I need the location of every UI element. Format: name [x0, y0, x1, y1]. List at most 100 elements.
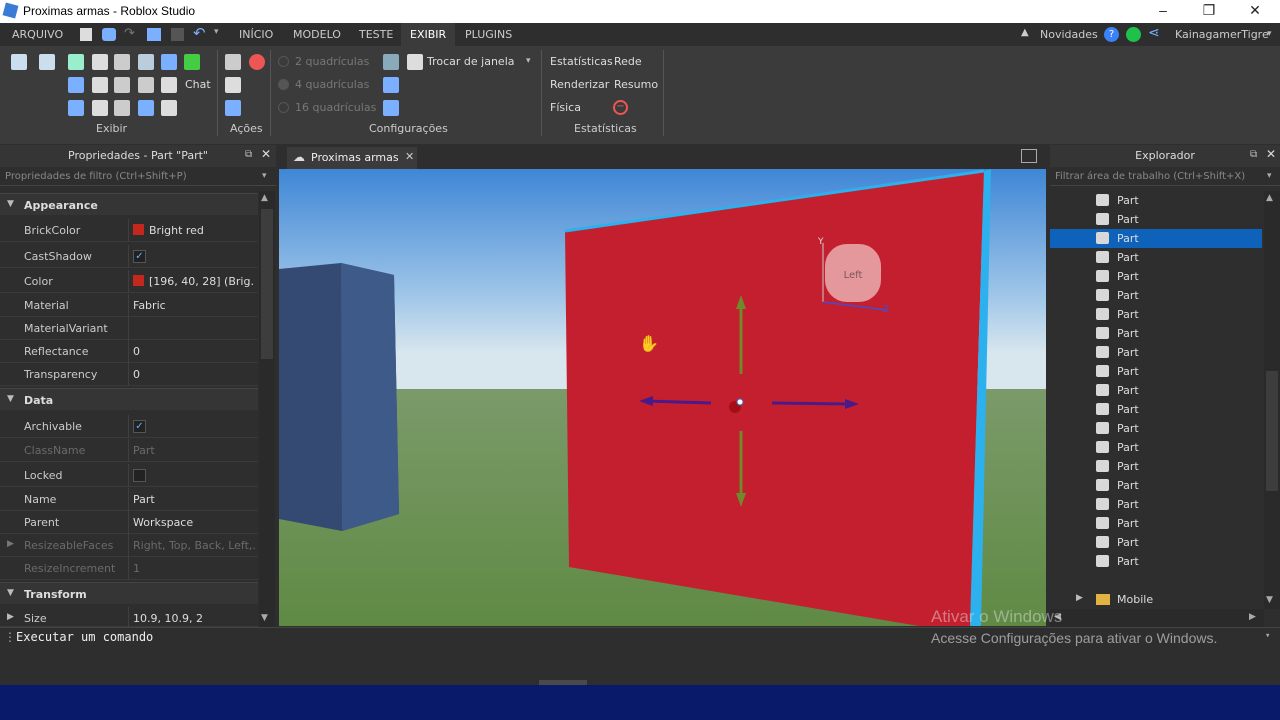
properties-toggle-icon[interactable]: [39, 54, 55, 70]
explorer-item-part[interactable]: Part: [1050, 476, 1262, 495]
scroll-right-icon[interactable]: ▶: [1249, 612, 1256, 622]
scroll-up-icon[interactable]: ▲: [261, 193, 268, 203]
script-analysis-icon[interactable]: [114, 54, 130, 70]
filter-dropdown-icon[interactable]: ▾: [262, 171, 267, 181]
close-tab-icon[interactable]: ✕: [405, 150, 414, 163]
status-icon[interactable]: [1126, 27, 1141, 42]
video-icon[interactable]: [225, 100, 241, 116]
explorer-item-part[interactable]: Part: [1050, 495, 1262, 514]
menu-teste[interactable]: TESTE: [359, 28, 393, 41]
explorer-filter-input[interactable]: Filtrar área de trabalho (Ctrl+Shift+X): [1050, 168, 1280, 186]
locked-checkbox[interactable]: [133, 469, 146, 482]
archivable-checkbox[interactable]: ✓: [133, 420, 146, 433]
rede-button[interactable]: Rede: [614, 55, 642, 68]
scroll-thumb[interactable]: [261, 209, 273, 359]
quad16-option[interactable]: 16 quadrículas: [295, 101, 376, 114]
command-bar-icon[interactable]: [138, 54, 154, 70]
explorer-item-part[interactable]: Part: [1050, 362, 1262, 381]
undock-icon[interactable]: ⧉: [245, 149, 252, 160]
prop-parent[interactable]: Parent Workspace: [0, 511, 258, 534]
screenshot-icon[interactable]: [225, 54, 241, 70]
command-input[interactable]: Executar um comando: [16, 630, 153, 644]
prop-material[interactable]: Material Fabric: [0, 294, 258, 317]
script-performance-icon[interactable]: [184, 54, 200, 70]
grid-16-icon[interactable]: [383, 100, 399, 116]
properties-filter-input[interactable]: Propriedades de filtro (Ctrl+Shift+P): [0, 168, 276, 186]
breakpoints-icon[interactable]: [161, 100, 177, 116]
explorer-item-part[interactable]: Part: [1050, 267, 1262, 286]
menu-plugins[interactable]: PLUGINS: [465, 28, 512, 41]
game-explorer-icon[interactable]: [68, 100, 84, 116]
explorer-item-part[interactable]: Part: [1050, 457, 1262, 476]
filter-dropdown-icon[interactable]: ▾: [1267, 171, 1272, 181]
explorer-toggle-icon[interactable]: [11, 54, 27, 70]
close-properties-icon[interactable]: ✕: [261, 147, 271, 161]
help-icon[interactable]: ?: [1104, 27, 1119, 42]
quad16-radio-icon[interactable]: [278, 102, 289, 113]
clear-stats-icon[interactable]: −: [613, 100, 628, 115]
team-create-icon[interactable]: [161, 54, 177, 70]
prop-resizeincrement[interactable]: ResizeIncrement 1: [0, 557, 258, 580]
trocar-dropdown-icon[interactable]: ▾: [526, 56, 531, 66]
quad4-option[interactable]: 4 quadrículas: [295, 78, 369, 91]
full-screen-icon[interactable]: [225, 77, 241, 93]
switch-window-icon[interactable]: [407, 54, 423, 70]
user-dropdown-icon[interactable]: ▾: [1267, 29, 1272, 39]
explorer-item-part[interactable]: Part: [1050, 305, 1262, 324]
explorer-item-part[interactable]: Part: [1050, 514, 1262, 533]
new-file-icon[interactable]: [80, 28, 92, 41]
explorer-item-part[interactable]: Part: [1050, 286, 1262, 305]
explorer-item-part[interactable]: Part: [1050, 533, 1262, 552]
properties-scrollbar[interactable]: ▲ ▼: [259, 191, 275, 627]
move-handle-right[interactable]: [771, 401, 850, 406]
context-help-icon[interactable]: [138, 77, 154, 93]
red-wall-part[interactable]: [565, 171, 984, 626]
output-icon[interactable]: [92, 54, 108, 70]
scroll-down-icon[interactable]: ▼: [1266, 595, 1273, 605]
redo-icon[interactable]: ↷: [124, 26, 135, 41]
undo-icon[interactable]: ↶: [193, 24, 206, 42]
quad4-radio-icon[interactable]: [278, 79, 289, 90]
viewport-scene[interactable]: Left Y Z ✋: [279, 169, 1046, 626]
collapse-ribbon-icon[interactable]: ▲: [1021, 27, 1029, 38]
collapse-arrow-icon[interactable]: ▼: [7, 394, 14, 404]
tab-proximas-armas[interactable]: ☁ Proximas armas ✕: [287, 147, 417, 169]
explorer-folder-mobile[interactable]: ▶ Mobile: [1050, 590, 1262, 609]
resumo-button[interactable]: Resumo: [614, 78, 658, 91]
close-explorer-icon[interactable]: ✕: [1266, 147, 1276, 161]
menu-inicio[interactable]: INÍCIO: [239, 28, 273, 41]
watch-icon[interactable]: [114, 100, 130, 116]
explorer-item-part[interactable]: Part: [1050, 191, 1262, 210]
3d-viewport[interactable]: Left Y Z ✋: [279, 169, 1046, 626]
section-appearance[interactable]: ▼ Appearance: [0, 193, 258, 215]
prop-transparency[interactable]: Transparency 0: [0, 363, 258, 386]
novidades-link[interactable]: Novidades: [1040, 28, 1098, 41]
section-data[interactable]: ▼ Data: [0, 388, 258, 410]
quad2-option[interactable]: 2 quadrículas: [295, 55, 369, 68]
expand-arrow-icon[interactable]: ▶: [7, 612, 14, 622]
prop-size[interactable]: ▶ Size 10.9, 10.9, 2: [0, 607, 258, 630]
viewport-layout-icon[interactable]: [1021, 149, 1037, 163]
menu-modelo[interactable]: MODELO: [293, 28, 341, 41]
maximize-button[interactable]: ❐: [1199, 2, 1219, 19]
chat-button[interactable]: Chat: [185, 78, 211, 91]
prop-locked[interactable]: Locked: [0, 464, 258, 487]
section-transform[interactable]: ▼ Transform: [0, 582, 258, 604]
prop-archivable[interactable]: Archivable ✓: [0, 415, 258, 438]
collapse-arrow-icon[interactable]: ▼: [7, 588, 14, 598]
command-dropdown-icon[interactable]: ▾: [1265, 631, 1270, 641]
menu-arquivo[interactable]: ARQUIVO: [12, 28, 63, 41]
undock-icon[interactable]: ⧉: [1250, 149, 1257, 160]
asset-manager-icon[interactable]: [68, 77, 84, 93]
tag-editor-icon[interactable]: [161, 77, 177, 93]
explorer-item-part[interactable]: Part: [1050, 324, 1262, 343]
scroll-thumb[interactable]: [1266, 371, 1278, 491]
fisica-button[interactable]: Física: [550, 101, 581, 114]
prop-classname[interactable]: ClassName Part: [0, 439, 258, 462]
minimize-button[interactable]: –: [1153, 2, 1173, 18]
explorer-item-part[interactable]: Part: [1050, 438, 1262, 457]
menu-exibir[interactable]: EXIBIR: [401, 23, 456, 46]
explorer-hscrollbar[interactable]: ◀ ▶: [1050, 609, 1264, 627]
prop-reflectance[interactable]: Reflectance 0: [0, 340, 258, 363]
explorer-item-part[interactable]: Part: [1050, 381, 1262, 400]
